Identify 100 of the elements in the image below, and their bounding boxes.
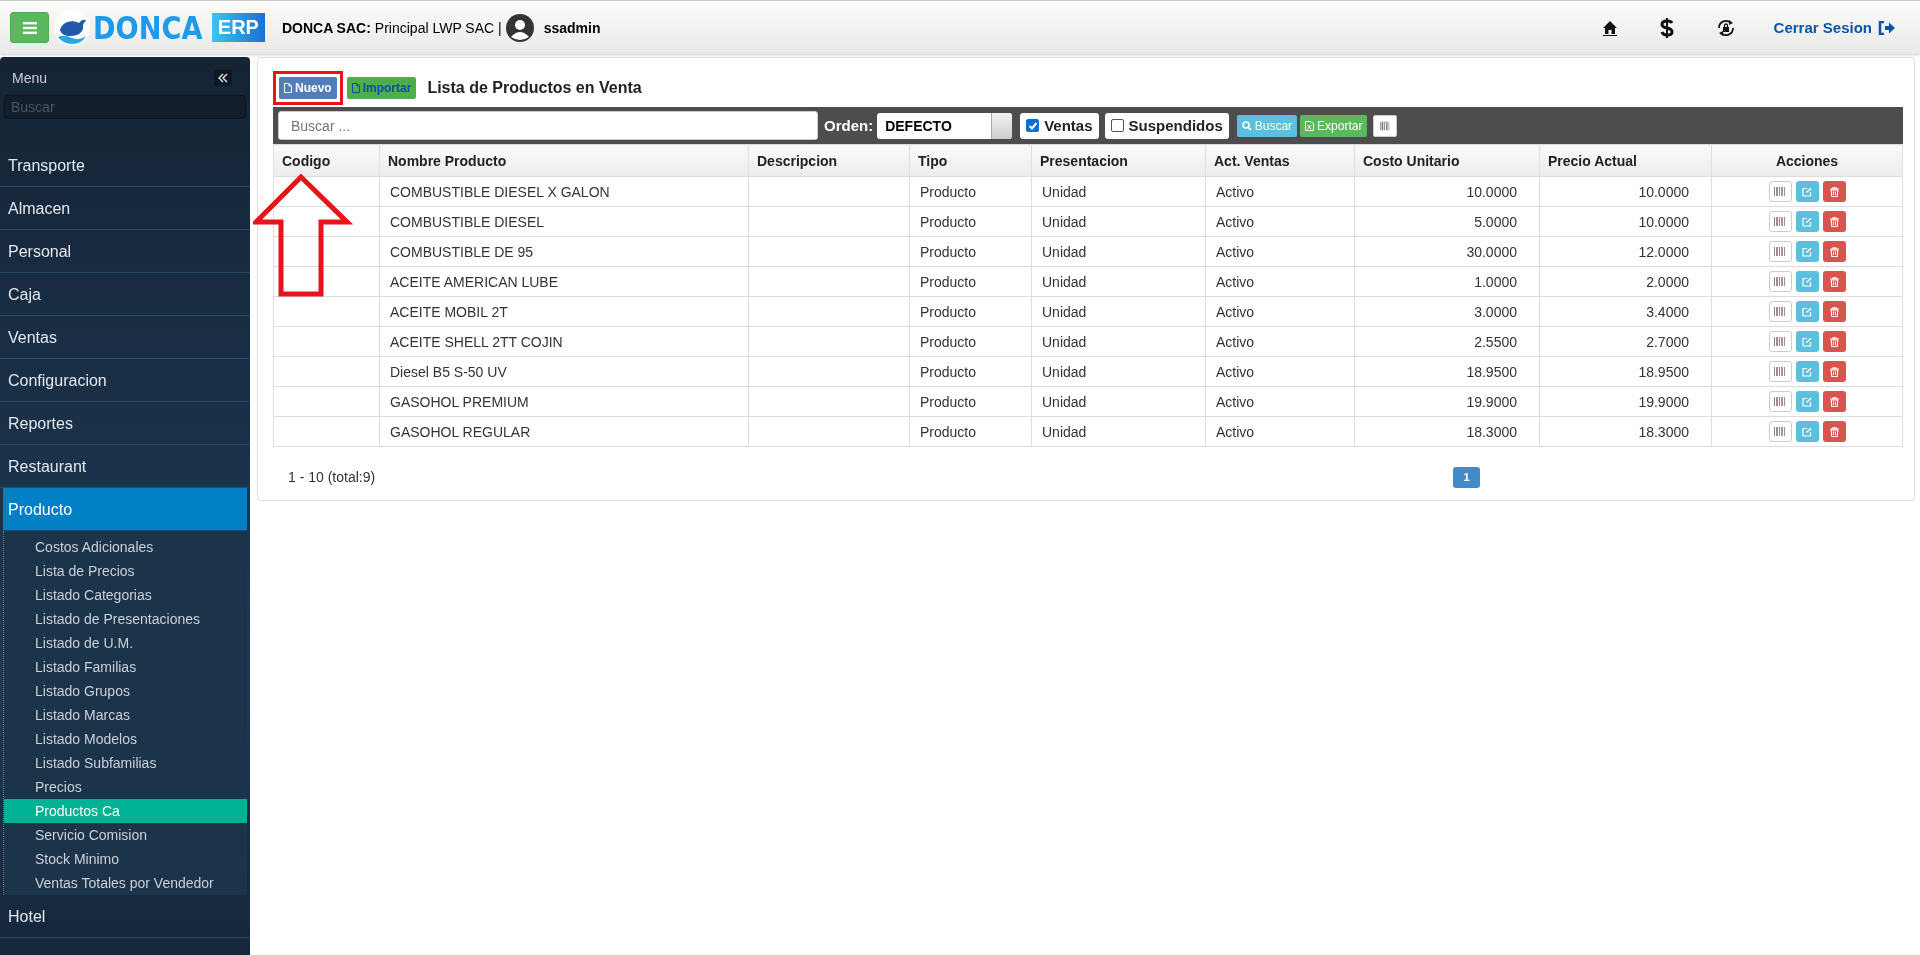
page-button[interactable]: 1 [1453,466,1481,488]
table-cell: Producto [909,176,1032,207]
sidebar-item[interactable]: Ventas [0,316,250,359]
submenu-item[interactable]: Listado Marcas [4,703,247,727]
submenu-item[interactable]: Listado Subfamilias [4,751,247,775]
table-cell: Producto [909,266,1032,297]
company-name: Principal LWP SAC | [374,19,502,36]
table-cell: 5.0000 [1354,206,1540,237]
table-cell: 30.0000 [1354,236,1540,267]
submenu-item[interactable]: Listado Categorias [4,583,247,607]
table-cell: 3.4000 [1539,296,1712,327]
table-cell: 18.9500 [1354,356,1540,387]
edit-button[interactable] [1795,301,1819,322]
edit-icon [1802,246,1812,257]
barcode-button[interactable] [1373,114,1398,137]
sidebar-search-field[interactable]: Buscar [4,95,246,119]
delete-button[interactable] [1822,241,1846,262]
table-cell: ACEITE AMERICAN LUBE [379,266,749,297]
home-icon[interactable] [1601,19,1618,36]
edit-button[interactable] [1795,331,1819,352]
collapse-button[interactable] [214,70,232,86]
submenu-item[interactable]: Listado Familias [4,655,247,679]
table-cell: COMBUSTIBLE DIESEL X GALON [379,176,749,207]
table-cell: 18.3000 [1354,416,1540,447]
delete-button[interactable] [1822,361,1846,382]
edit-icon [1802,426,1812,437]
search-field[interactable]: Buscar ... [278,111,818,140]
sidebar-item[interactable]: Almacen [0,187,250,230]
delete-button[interactable] [1822,391,1846,412]
barcode-icon [1774,337,1786,346]
column-header: Descripcion [748,144,910,177]
sidebar-item[interactable]: Configuracion [0,359,250,402]
edit-icon [1802,276,1812,287]
table-cell: 18.3000 [1539,416,1712,447]
menu-button[interactable] [10,12,49,43]
sidebar-item[interactable]: Producto [3,488,247,531]
table-cell: ACEITE MOBIL 2T [379,296,749,327]
user-name: ssadmin [543,19,601,36]
menu-icon [22,21,37,34]
delete-button[interactable] [1822,271,1846,292]
brand-badge: ERP [211,13,265,42]
delete-button[interactable] [1822,331,1846,352]
table-cell: Activo [1205,356,1355,387]
delete-button[interactable] [1822,421,1846,442]
submenu-item[interactable]: Listado Modelos [4,727,247,751]
edit-button[interactable] [1795,211,1819,232]
edit-button[interactable] [1795,361,1819,382]
edit-button[interactable] [1795,241,1819,262]
submenu-item[interactable]: Ventas Totales por Vendedor [4,871,247,895]
sidebar-item[interactable]: Personal [0,230,250,273]
table-cell: Producto [909,326,1032,357]
brand-name: DONCA [93,8,203,47]
filter-checkbox[interactable]: Suspendidos [1104,112,1229,139]
edit-button[interactable] [1795,421,1819,442]
submenu-item[interactable]: Listado de Presentaciones [4,607,247,631]
whale-logo-icon [54,9,90,46]
sidebar-item[interactable]: Caja [0,273,250,316]
document-icon [351,83,360,93]
filter-checkbox[interactable]: Ventas [1020,112,1099,139]
submenu-item[interactable]: Listado de U.M. [4,631,247,655]
table-cell: Unidad [1031,326,1206,357]
table-cell: Unidad [1031,386,1206,417]
edit-button[interactable] [1795,181,1819,202]
table-cell: 2.7000 [1539,326,1712,357]
delete-button[interactable] [1822,211,1846,232]
table-cell: COMBUSTIBLE DIESEL [379,206,749,237]
submenu-item[interactable]: Lista de Precios [4,559,247,583]
delete-button[interactable] [1822,181,1846,202]
edit-button[interactable] [1795,271,1819,292]
submenu-item[interactable]: Servicio Comision [4,823,247,847]
barcode-icon [1774,187,1786,196]
table-cell: Activo [1205,386,1355,417]
logout-icon [1878,20,1896,35]
sidebar-item[interactable]: Transporte [0,144,250,187]
edit-button[interactable] [1795,391,1819,412]
table-cell: 19.9000 [1539,386,1712,417]
sidebar-item[interactable]: Hotel [0,895,250,938]
table-cell: 3.0000 [1354,296,1540,327]
submenu-item[interactable]: Stock Minimo [4,847,247,871]
lock-refresh-icon[interactable] [1715,17,1736,38]
trash-icon [1829,246,1839,257]
table-cell: Activo [1205,296,1355,327]
barcode-icon [1774,427,1786,436]
table-cell: 18.9500 [1539,356,1712,387]
order-select[interactable]: DEFECTO [877,112,1013,139]
trash-icon [1829,276,1839,287]
new-button[interactable]: Nuevo [279,77,337,99]
dollar-icon[interactable] [1659,17,1674,38]
logout-link[interactable]: Cerrar Sesion [1773,19,1896,36]
submenu-item[interactable]: Costos Adicionales [4,535,247,559]
edit-icon [1802,216,1812,227]
table-cell: Producto [909,386,1032,417]
trash-icon [1829,306,1839,317]
delete-button[interactable] [1822,301,1846,322]
table-cell: Unidad [1031,176,1206,207]
search-icon [1241,120,1252,131]
submenu-item[interactable]: Listado Grupos [4,679,247,703]
sidebar-item[interactable]: Reportes [0,402,250,445]
table-cell: 2.5500 [1354,326,1540,357]
submenu-item[interactable]: Precios [4,775,247,799]
